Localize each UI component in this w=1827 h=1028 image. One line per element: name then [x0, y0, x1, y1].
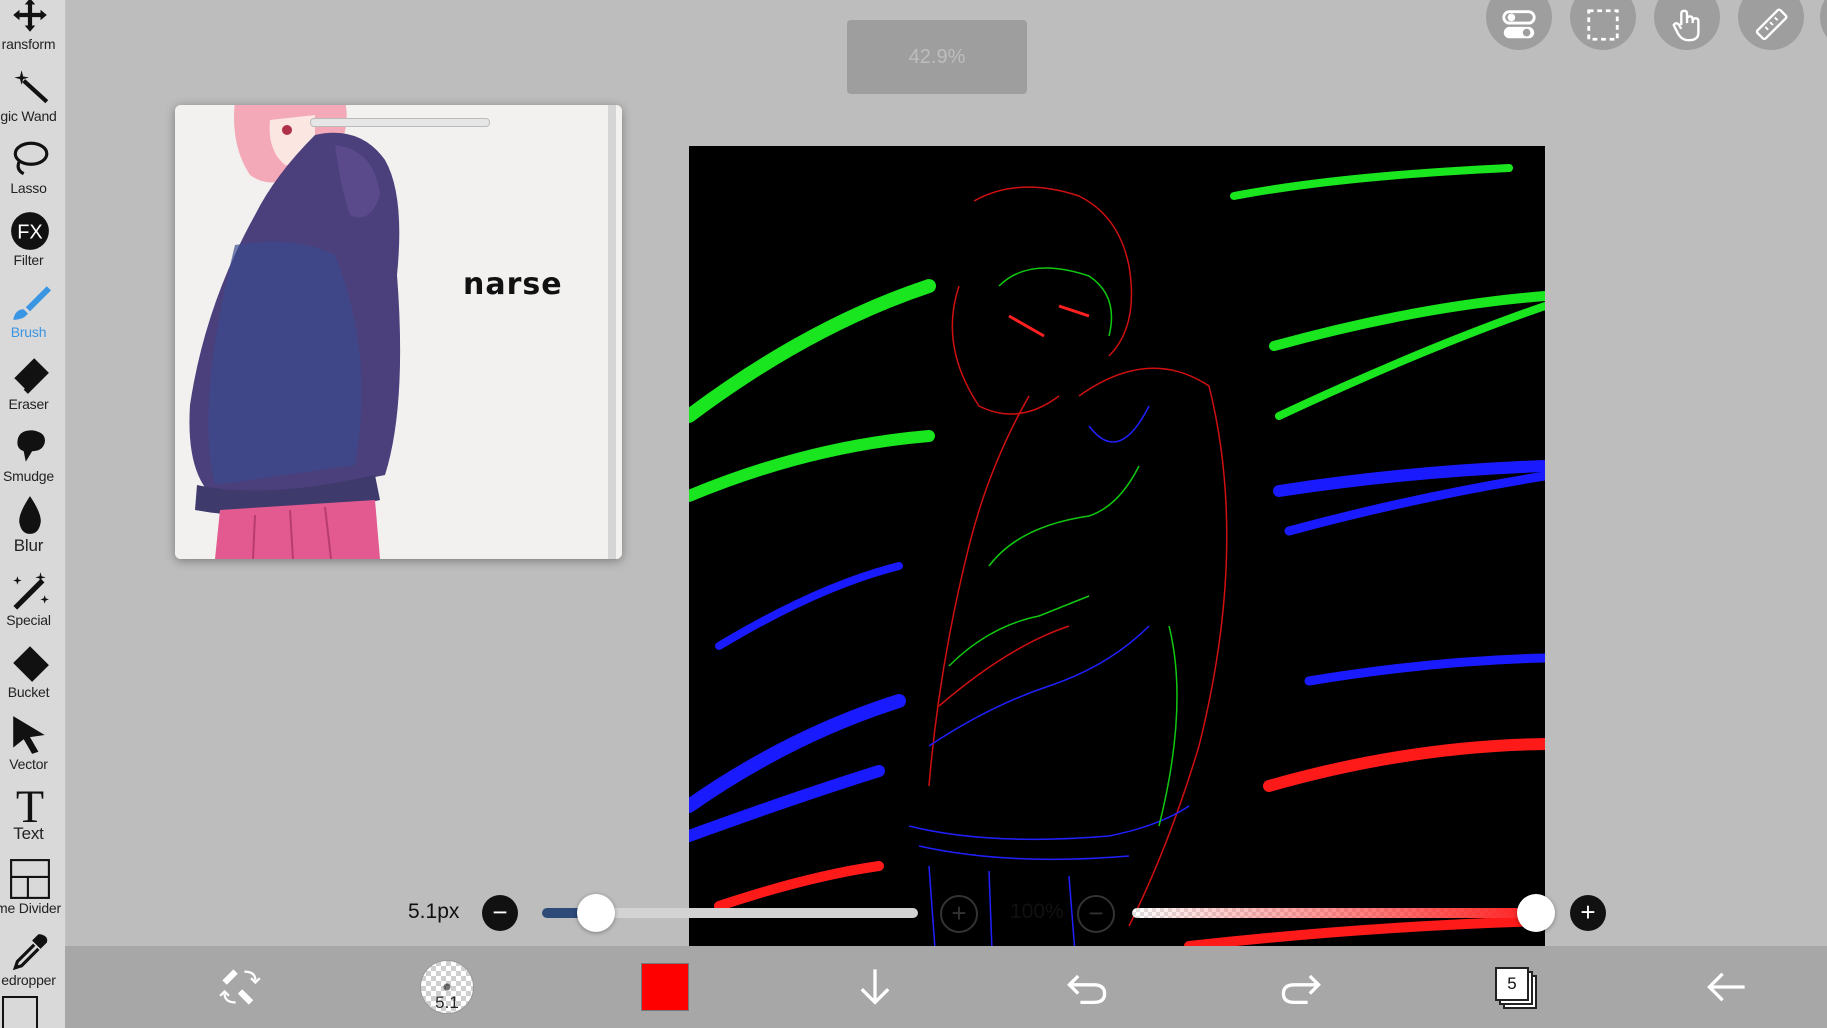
tool-label: me Divider — [0, 900, 61, 916]
reference-logo-text: narse — [463, 267, 563, 302]
plus-icon: + — [951, 897, 967, 928]
hand-touch-icon — [1672, 9, 1700, 42]
tool-label: Lasso — [10, 180, 47, 196]
next-tool-partial-icon[interactable] — [2, 996, 38, 1028]
brush-size-decrease-button[interactable]: − — [482, 895, 518, 931]
reference-scrollbar[interactable] — [608, 105, 616, 559]
tool-vector[interactable]: Vector — [0, 702, 65, 774]
magic-wand-icon — [13, 70, 48, 104]
toggle-settings-button[interactable] — [1486, 0, 1552, 50]
brush-size-slider-thumb[interactable] — [577, 894, 616, 932]
tool-label: gic Wand — [0, 108, 57, 124]
opacity-slider-thumb[interactable] — [1517, 894, 1555, 932]
blur-drop-icon — [18, 496, 41, 534]
bucket-icon — [12, 646, 49, 682]
layers-button[interactable]: 5 — [1485, 946, 1545, 1028]
text-tool-glyph: T — [15, 782, 43, 824]
tool-frame-divider[interactable]: me Divider — [0, 846, 65, 918]
brush-opacity-label: 100% — [1010, 900, 1064, 923]
minus-icon: − — [1088, 897, 1104, 928]
layers-icon: 5 — [1495, 967, 1537, 1009]
transform-icon — [12, 0, 47, 32]
tool-brush[interactable]: Brush — [0, 270, 65, 342]
arrow-down-icon — [860, 969, 890, 1005]
eyedropper-icon — [12, 934, 47, 971]
tool-lasso[interactable]: Lasso — [0, 126, 65, 198]
fx-text: FX — [17, 221, 42, 243]
tool-blur[interactable]: Blur — [0, 486, 65, 558]
minus-icon: − — [492, 896, 508, 927]
opacity-increase-button[interactable]: + — [1570, 895, 1606, 931]
tool-label: Eraser — [8, 396, 49, 412]
frame-divider-icon — [9, 859, 50, 899]
reference-drag-handle[interactable] — [310, 118, 490, 127]
tool-label: Special — [6, 612, 51, 628]
canvas-artwork — [689, 146, 1545, 1004]
fx-icon: FX — [10, 212, 49, 250]
eraser-icon — [11, 358, 49, 394]
toggle-icon — [1502, 10, 1536, 39]
opacity-decrease-button[interactable]: − — [1077, 895, 1115, 933]
text-icon: T — [15, 782, 43, 824]
arrow-left-icon — [1707, 972, 1745, 1002]
zoom-indicator: 42.9% — [847, 20, 1027, 94]
tool-sidebar: ransform gic Wand Lasso FX Filter Brush … — [0, 0, 66, 1028]
reference-illustration — [175, 105, 622, 559]
opacity-slider-track[interactable] — [1132, 908, 1536, 918]
bottom-action-bar: 5.1 5 — [65, 946, 1827, 1028]
brush-eraser-swap-icon — [219, 969, 261, 1005]
tool-filter[interactable]: FX Filter — [0, 198, 65, 270]
tool-text[interactable]: T Text — [0, 774, 65, 846]
brush-size-label: 5.1px — [408, 900, 460, 923]
reference-image-panel[interactable]: narse — [175, 105, 622, 559]
redo-icon — [1281, 974, 1321, 1005]
brush-size-badge: 5.1 — [435, 993, 459, 1012]
tool-label: Text — [13, 824, 44, 843]
tool-label: Blur — [13, 536, 44, 555]
download-button[interactable] — [845, 946, 905, 1028]
undo-icon — [1067, 974, 1107, 1005]
tool-special[interactable]: Special — [0, 558, 65, 630]
redo-button[interactable] — [1271, 946, 1331, 1028]
tool-label: Vector — [9, 756, 48, 772]
brush-preview-icon: 5.1 — [420, 960, 474, 1014]
ruler-button[interactable] — [1738, 0, 1804, 50]
tool-label: Bucket — [7, 684, 50, 700]
swap-brush-eraser-button[interactable] — [205, 946, 275, 1028]
smudge-icon — [16, 430, 45, 462]
more-button-partial[interactable] — [1820, 0, 1827, 50]
tool-eraser[interactable]: Eraser — [0, 342, 65, 414]
selection-button[interactable] — [1570, 0, 1636, 50]
touch-gesture-button[interactable] — [1654, 0, 1720, 50]
brush-icon — [12, 286, 51, 320]
back-button[interactable] — [1697, 946, 1757, 1028]
plus-icon: + — [1580, 896, 1596, 927]
special-icon — [12, 572, 49, 610]
tool-transform[interactable]: ransform — [0, 0, 65, 54]
vector-icon — [12, 716, 45, 754]
tool-eyedropper[interactable]: edropper — [0, 918, 65, 990]
tool-label: Brush — [10, 324, 47, 340]
color-picker-button[interactable] — [635, 946, 695, 1028]
tool-smudge[interactable]: Smudge — [0, 414, 65, 486]
tool-label: ransform — [1, 36, 56, 52]
layer-count: 5 — [1495, 967, 1529, 1001]
brush-settings-button[interactable]: 5.1 — [417, 946, 477, 1028]
lasso-icon — [13, 141, 48, 176]
undo-button[interactable] — [1057, 946, 1117, 1028]
drawing-canvas[interactable] — [689, 146, 1545, 1004]
brush-size-increase-button[interactable]: + — [940, 895, 978, 933]
dashed-selection-icon — [1587, 9, 1619, 41]
ruler-icon — [1755, 8, 1788, 41]
tool-label: Filter — [13, 252, 44, 268]
tool-magic-wand[interactable]: gic Wand — [0, 54, 65, 126]
tool-label: Smudge — [3, 468, 54, 484]
tool-bucket[interactable]: Bucket — [0, 630, 65, 702]
current-color-swatch — [641, 963, 689, 1011]
tool-label: edropper — [1, 972, 56, 988]
